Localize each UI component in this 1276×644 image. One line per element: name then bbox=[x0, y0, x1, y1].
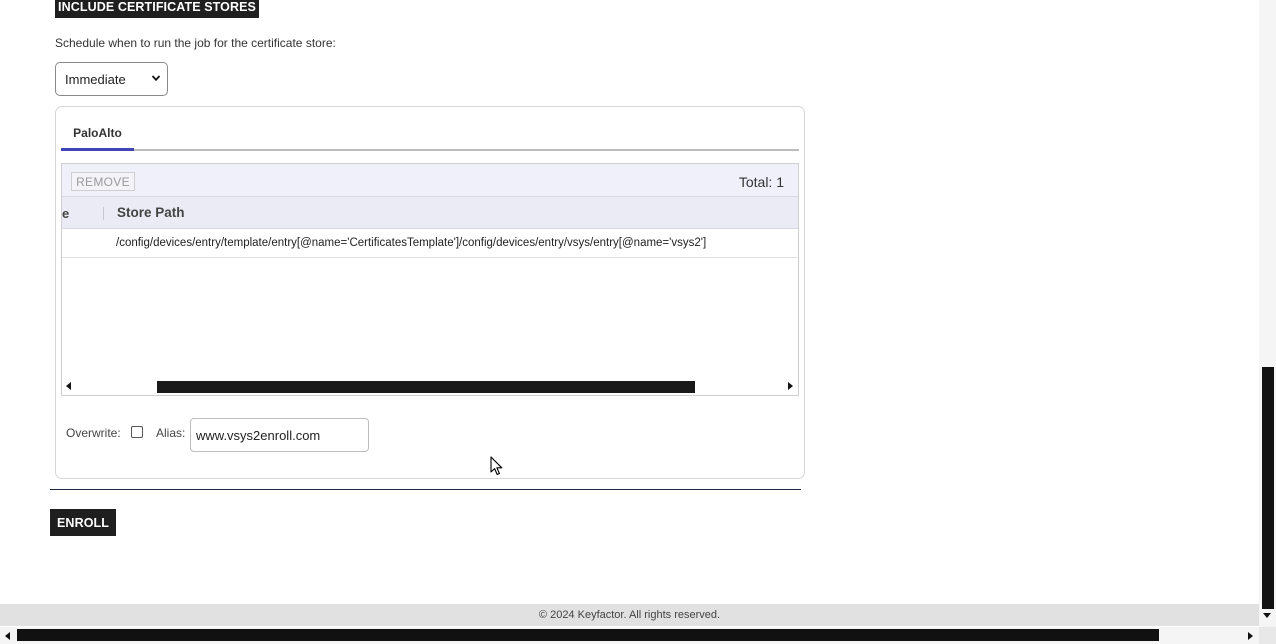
table-row[interactable]: /config/devices/entry/template/entry[@na… bbox=[62, 229, 798, 258]
tab-strip bbox=[61, 149, 799, 151]
column-header-partial[interactable]: e bbox=[62, 206, 69, 221]
footer-copyright: © 2024 Keyfactor. All rights reserved. bbox=[0, 604, 1259, 626]
remove-button[interactable]: REMOVE bbox=[71, 172, 135, 191]
column-resize-handle[interactable] bbox=[103, 207, 104, 220]
store-path-cell: /config/devices/entry/template/entry[@na… bbox=[116, 237, 707, 249]
grid-scrollbar-thumb[interactable] bbox=[157, 381, 695, 393]
page-horizontal-scrollbar-thumb[interactable] bbox=[17, 629, 1159, 641]
total-count: Total: 1 bbox=[738, 174, 784, 190]
mouse-pointer-icon bbox=[490, 456, 503, 476]
column-header-store-path[interactable]: Store Path bbox=[117, 205, 185, 220]
triangle-right-icon[interactable] bbox=[788, 382, 793, 390]
grid-horizontal-scrollbar[interactable] bbox=[62, 378, 798, 395]
grid-header: e Store Path bbox=[62, 197, 798, 229]
grid-toolbar: REMOVE Total: 1 bbox=[62, 164, 798, 197]
triangle-down-icon[interactable] bbox=[1263, 613, 1271, 618]
store-grid: REMOVE Total: 1 e Store Path /config/dev… bbox=[61, 163, 799, 396]
include-certificate-stores-button[interactable]: INCLUDE CERTIFICATE STORES bbox=[55, 0, 259, 18]
scrollbar-corner bbox=[1259, 627, 1276, 644]
alias-input[interactable]: www.vsys2enroll.com bbox=[190, 418, 369, 452]
alias-label: Alias: bbox=[156, 426, 186, 440]
schedule-label: Schedule when to run the job for the cer… bbox=[55, 36, 336, 50]
schedule-select-value: Immediate bbox=[65, 71, 126, 87]
triangle-right-icon[interactable] bbox=[1248, 632, 1253, 640]
triangle-left-icon[interactable] bbox=[66, 382, 71, 390]
enroll-button[interactable]: ENROLL bbox=[50, 509, 116, 536]
section-divider bbox=[50, 489, 801, 490]
triangle-left-icon[interactable] bbox=[5, 632, 10, 640]
schedule-select[interactable]: Immediate bbox=[55, 62, 168, 96]
overwrite-checkbox[interactable] bbox=[131, 426, 143, 438]
overwrite-label: Overwrite: bbox=[66, 426, 121, 440]
tab-paloalto[interactable]: PaloAlto bbox=[61, 118, 134, 151]
page-vertical-scrollbar-thumb[interactable] bbox=[1262, 367, 1274, 609]
chevron-down-icon bbox=[151, 75, 161, 82]
